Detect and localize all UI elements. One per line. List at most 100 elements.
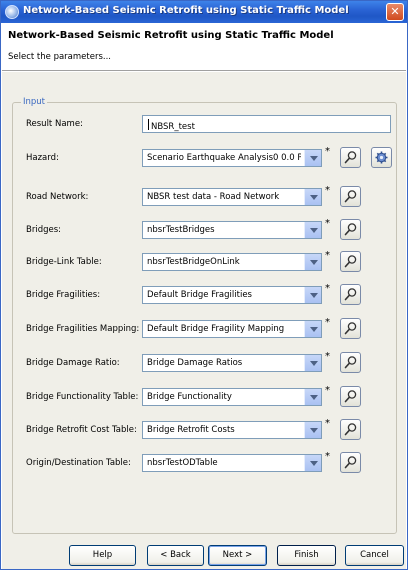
chevron-down-icon[interactable] [304, 222, 321, 238]
required-marker: * [325, 451, 330, 462]
result-name-row: Result Name: NBSR_test [13, 115, 398, 137]
bridge-retrofit-cost-table-search-button[interactable] [340, 419, 361, 440]
bridge-fragilities-select[interactable]: Default Bridge Fragilities [142, 286, 322, 304]
road-network-row: Road Network: NBSR test data - Road Netw… [13, 185, 398, 210]
window-title: Network-Based Seismic Retrofit using Sta… [23, 5, 349, 16]
bridges-select[interactable]: nbsrTestBridges [142, 221, 322, 239]
help-button[interactable]: Help [69, 545, 136, 566]
search-icon [344, 322, 357, 335]
search-icon [344, 356, 357, 369]
bridge-fragilities-mapping-value: Default Bridge Fragility Mapping [147, 324, 285, 334]
required-marker: * [325, 283, 330, 294]
bridge-retrofit-cost-table-row: Bridge Retrofit Cost Table: Bridge Retro… [13, 418, 398, 443]
bridge-damage-ratio-label: Bridge Damage Ratio: [26, 358, 120, 368]
app-icon [5, 5, 19, 19]
bridge-fragilities-row: Bridge Fragilities: Default Bridge Fragi… [13, 283, 398, 308]
bridge-functionality-table-label: Bridge Functionality Table: [26, 392, 139, 402]
hazard-label: Hazard: [26, 153, 59, 163]
page-title: Network-Based Seismic Retrofit using Sta… [8, 30, 334, 41]
bridges-value: nbsrTestBridges [147, 225, 215, 235]
origin-destination-table-search-button[interactable] [340, 452, 361, 473]
bridge-retrofit-cost-table-select[interactable]: Bridge Retrofit Costs [142, 421, 322, 439]
bridges-search-button[interactable] [340, 219, 361, 240]
bridge-fragilities-mapping-label: Bridge Fragilities Mapping: [26, 324, 140, 334]
origin-destination-table-row: Origin/Destination Table: nbsrTestODTabl… [13, 451, 398, 476]
search-icon [344, 423, 357, 436]
search-icon [344, 255, 357, 268]
chevron-down-icon[interactable] [304, 254, 321, 270]
required-marker: * [325, 418, 330, 429]
hazard-settings-button[interactable] [371, 147, 392, 168]
bridge-functionality-table-search-button[interactable] [340, 386, 361, 407]
chevron-down-icon[interactable] [304, 321, 321, 337]
road-network-label: Road Network: [26, 192, 89, 202]
page-subtitle: Select the parameters... [8, 52, 111, 62]
bridge-fragilities-mapping-row: Bridge Fragilities Mapping: Default Brid… [13, 317, 398, 342]
input-group: Input Result Name: NBSR_test Hazard: Sce… [12, 97, 398, 534]
chevron-down-icon[interactable] [304, 355, 321, 371]
bridge-link-table-select[interactable]: nbsrTestBridgeOnLink [142, 253, 322, 271]
hazard-value: Scenario Earthquake Analysis0 0.0 PGA [147, 153, 301, 163]
chevron-down-icon[interactable] [304, 422, 321, 438]
bridge-link-table-label: Bridge-Link Table: [26, 257, 102, 267]
required-marker: * [325, 317, 330, 328]
hazard-select[interactable]: Scenario Earthquake Analysis0 0.0 PGA [142, 149, 322, 167]
finish-button[interactable]: Finish [277, 545, 336, 566]
search-icon [344, 190, 357, 203]
bridge-damage-ratio-row: Bridge Damage Ratio: Bridge Damage Ratio… [13, 351, 398, 376]
close-button[interactable]: ✕ [386, 3, 404, 21]
back-button[interactable]: < Back [147, 545, 204, 566]
bridge-fragilities-search-button[interactable] [340, 284, 361, 305]
chevron-down-icon[interactable] [304, 287, 321, 303]
bridge-functionality-table-row: Bridge Functionality Table: Bridge Funct… [13, 385, 398, 410]
required-marker: * [325, 185, 330, 196]
origin-destination-table-value: nbsrTestODTable [147, 458, 218, 468]
bridges-label: Bridges: [26, 225, 62, 235]
title-bar[interactable]: Network-Based Seismic Retrofit using Sta… [1, 1, 407, 23]
search-icon [344, 151, 357, 164]
bridge-functionality-table-value: Bridge Functionality [147, 392, 232, 402]
bridge-fragilities-mapping-select[interactable]: Default Bridge Fragility Mapping [142, 320, 322, 338]
bridge-link-table-value: nbsrTestBridgeOnLink [147, 257, 240, 267]
origin-destination-table-select[interactable]: nbsrTestODTable [142, 454, 322, 472]
bridge-link-table-search-button[interactable] [340, 251, 361, 272]
road-network-search-button[interactable] [340, 186, 361, 207]
result-name-input[interactable]: NBSR_test [142, 115, 391, 133]
bridge-fragilities-value: Default Bridge Fragilities [147, 290, 252, 300]
chevron-down-icon[interactable] [304, 150, 321, 166]
bridge-retrofit-cost-table-value: Bridge Retrofit Costs [147, 425, 235, 435]
chevron-down-icon[interactable] [304, 189, 321, 205]
bridge-link-table-row: Bridge-Link Table: nbsrTestBridgeOnLink … [13, 250, 398, 275]
required-marker: * [325, 146, 330, 157]
bridge-retrofit-cost-table-label: Bridge Retrofit Cost Table: [26, 425, 137, 435]
search-icon [344, 288, 357, 301]
wizard-header: Network-Based Seismic Retrofit using Sta… [2, 23, 406, 71]
result-name-value: NBSR_test [147, 119, 195, 132]
input-group-legend: Input [21, 97, 48, 107]
next-button[interactable]: Next > [208, 545, 267, 566]
required-marker: * [325, 218, 330, 229]
bridge-fragilities-label: Bridge Fragilities: [26, 290, 101, 300]
bridge-damage-ratio-search-button[interactable] [340, 352, 361, 373]
required-marker: * [325, 250, 330, 261]
search-icon [344, 390, 357, 403]
road-network-select[interactable]: NBSR test data - Road Network [142, 188, 322, 206]
cancel-button[interactable]: Cancel [345, 545, 404, 566]
road-network-value: NBSR test data - Road Network [147, 192, 280, 202]
hazard-search-button[interactable] [340, 147, 361, 168]
wizard-body: Input Result Name: NBSR_test Hazard: Sce… [2, 72, 406, 569]
origin-destination-table-label: Origin/Destination Table: [26, 458, 131, 468]
hazard-row: Hazard: Scenario Earthquake Analysis0 0.… [13, 146, 398, 171]
gear-icon [375, 151, 388, 164]
bridge-damage-ratio-value: Bridge Damage Ratios [147, 358, 243, 368]
bridge-damage-ratio-select[interactable]: Bridge Damage Ratios [142, 354, 322, 372]
chevron-down-icon[interactable] [304, 455, 321, 471]
required-marker: * [325, 351, 330, 362]
required-marker: * [325, 385, 330, 396]
search-icon [344, 223, 357, 236]
wizard-window: Network-Based Seismic Retrofit using Sta… [0, 0, 408, 570]
bridge-fragilities-mapping-search-button[interactable] [340, 318, 361, 339]
bridge-functionality-table-select[interactable]: Bridge Functionality [142, 388, 322, 406]
chevron-down-icon[interactable] [304, 389, 321, 405]
search-icon [344, 456, 357, 469]
